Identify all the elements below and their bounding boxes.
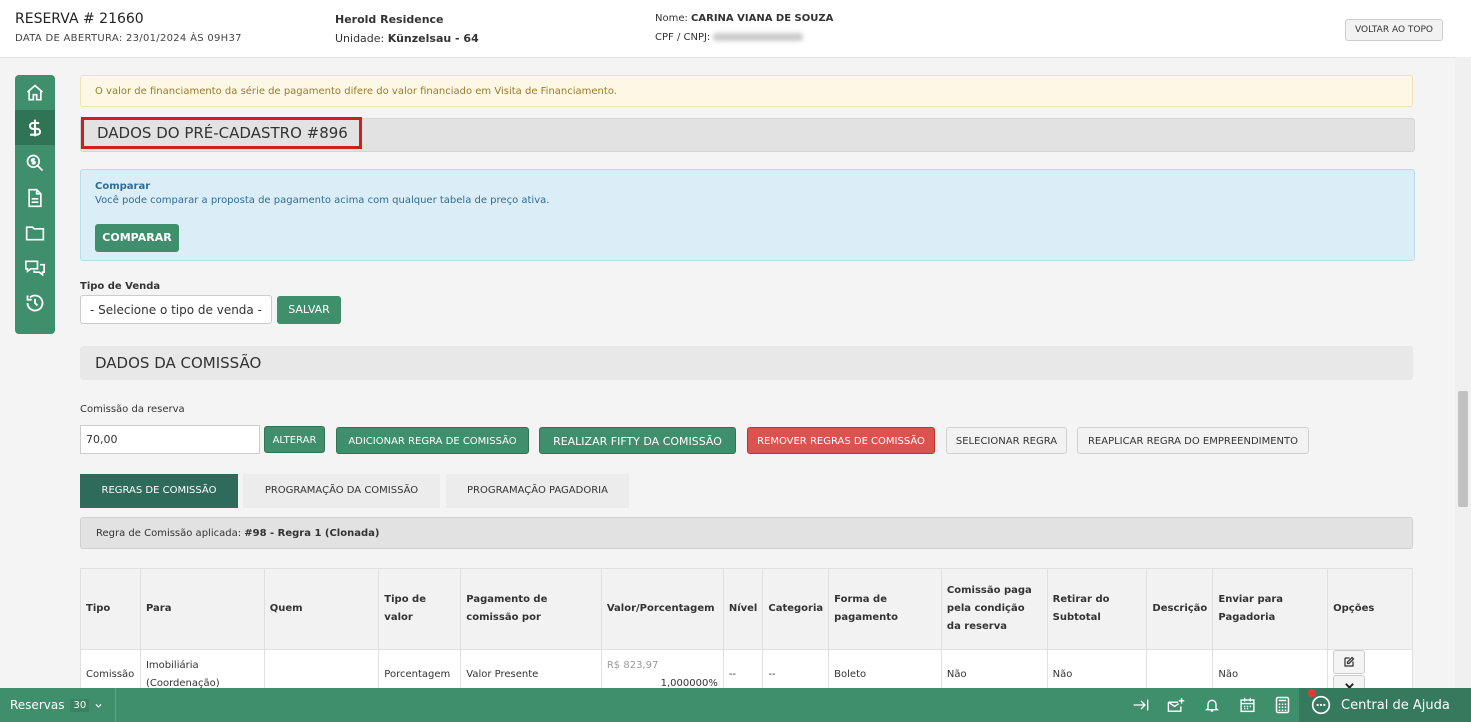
- adicionar-regra-button[interactable]: ADICIONAR REGRA DE COMISSÃO: [336, 427, 529, 454]
- col-valor: Valor/Porcentagem: [600, 568, 724, 650]
- envelope-plus-icon: [1167, 698, 1185, 712]
- precadastro-title: DADOS DO PRÉ-CADASTRO #896: [81, 117, 362, 149]
- financiamento-warning: O valor de financiamento da série de pag…: [80, 75, 1413, 107]
- tipo-venda-label: Tipo de Venda: [80, 281, 161, 292]
- empreendimento-name: Herold Residence: [335, 13, 444, 26]
- col-descricao: Descrição: [1146, 568, 1214, 650]
- col-categoria: Categoria: [762, 568, 830, 650]
- cell-valor-reais: R$ 823,97: [606, 659, 659, 671]
- comissao-reserva-input[interactable]: 70,00: [80, 425, 260, 454]
- calendar-icon: [1239, 697, 1255, 713]
- arrow-to-right-icon: [1133, 699, 1149, 711]
- data-abertura: DATA DE ABERTURA: 23/01/2024 ÀS 09H37: [15, 33, 242, 44]
- bell-icon: [1205, 699, 1219, 712]
- bottom-bar: Reservas 30 Central de Ajuda: [0, 688, 1471, 722]
- regras-table: Tipo Para Quem Tipo de valor Pagamento d…: [80, 568, 1413, 701]
- sidebar-item-financeiro[interactable]: [15, 110, 55, 145]
- col-opcoes: Opções: [1327, 568, 1413, 650]
- sidebar-item-consulta[interactable]: [15, 145, 55, 180]
- edit-icon: [1344, 656, 1355, 667]
- calendar-button[interactable]: [1238, 696, 1256, 714]
- search-dollar-icon: [26, 154, 44, 171]
- regra-aplicada-value: #98 - Regra 1 (Clonada): [244, 528, 380, 539]
- remover-regras-button[interactable]: REMOVER REGRAS DE COMISSÃO: [747, 427, 935, 454]
- selecionar-regra-button[interactable]: SELECIONAR REGRA: [946, 427, 1067, 454]
- col-pagamento: Pagamento de comissão por: [460, 568, 602, 650]
- alterar-button[interactable]: ALTERAR: [264, 426, 325, 453]
- precadastro-header: DADOS DO PRÉ-CADASTRO #896: [80, 117, 1415, 152]
- calculator-icon: [1275, 696, 1289, 714]
- salvar-button[interactable]: SALVAR: [277, 296, 341, 324]
- tab-regras-comissao[interactable]: REGRAS DE COMISSÃO: [80, 474, 238, 508]
- cpf-label: CPF / CNPJ:: [655, 32, 714, 43]
- col-tipo: Tipo: [80, 568, 141, 650]
- notifications-button[interactable]: [1203, 696, 1221, 714]
- col-forma: Forma de pagamento: [828, 568, 942, 650]
- unidade: Unidade: Künzelsau - 64: [335, 32, 479, 45]
- reservas-menu[interactable]: Reservas 30: [10, 688, 103, 722]
- comissao-section-title: DADOS DA COMISSÃO: [80, 346, 1413, 380]
- tipo-venda-select[interactable]: - Selecione o tipo de venda -: [80, 295, 272, 324]
- col-para: Para: [139, 568, 265, 650]
- comments-icon: [24, 260, 45, 276]
- dollar-icon: [29, 119, 41, 136]
- central-ajuda-button[interactable]: Central de Ajuda: [1299, 688, 1471, 722]
- reaplicar-regra-button[interactable]: REAPLICAR REGRA DO EMPREENDIMENTO: [1077, 427, 1309, 454]
- chevron-down-icon: [95, 703, 102, 708]
- tab-programacao-comissao[interactable]: PROGRAMAÇÃO DA COMISSÃO: [243, 474, 440, 508]
- collapse-button[interactable]: [1132, 696, 1150, 714]
- central-ajuda-label: Central de Ajuda: [1341, 697, 1450, 713]
- voltar-topo-button[interactable]: VOLTAR AO TOPO: [1345, 19, 1443, 41]
- chat-bubble-icon: [1311, 695, 1331, 715]
- calculator-button[interactable]: [1273, 696, 1291, 714]
- unidade-value: Künzelsau - 64: [387, 32, 479, 45]
- col-nivel: Nível: [722, 568, 764, 650]
- nome-value: CARINA VIANA DE SOUZA: [691, 13, 834, 24]
- tab-programacao-pagadoria[interactable]: PROGRAMAÇÃO PAGADORIA: [446, 474, 629, 508]
- unidade-label: Unidade:: [335, 32, 388, 45]
- sidebar-item-historico[interactable]: [15, 285, 55, 320]
- realizar-fifty-button[interactable]: REALIZAR FIFTY DA COMISSÃO: [539, 427, 736, 454]
- reservas-count: 30: [70, 698, 90, 712]
- col-paga-condicao: Comissão paga pela condição da reserva: [940, 568, 1048, 650]
- cliente-nome: Nome: CARINA VIANA DE SOUZA: [655, 13, 833, 24]
- col-tipo-valor: Tipo de valor: [378, 568, 462, 650]
- page-scrollbar[interactable]: [1455, 57, 1471, 688]
- bottom-divider: [115, 688, 116, 722]
- sidebar-item-documentos[interactable]: [15, 180, 55, 215]
- comissao-reserva-label: Comissão da reserva: [80, 404, 185, 415]
- table-header-row: Tipo Para Quem Tipo de valor Pagamento d…: [80, 568, 1413, 650]
- notification-dot: [1308, 689, 1316, 697]
- reserva-title: RESERVA # 21660: [15, 11, 144, 27]
- regra-aplicada-label: Regra de Comissão aplicada:: [96, 528, 245, 539]
- cpf-blurred: [713, 33, 804, 41]
- comparar-title: Comparar: [95, 181, 151, 192]
- col-quem: Quem: [263, 568, 380, 650]
- top-bar: RESERVA # 21660 DATA DE ABERTURA: 23/01/…: [0, 0, 1471, 58]
- sidebar-item-mensagens[interactable]: [15, 250, 55, 285]
- regra-aplicada-bar: Regra de Comissão aplicada: #98 - Regra …: [80, 517, 1413, 549]
- reservas-label: Reservas: [10, 698, 65, 712]
- envelope-button[interactable]: [1167, 696, 1185, 714]
- sidebar: [15, 75, 55, 334]
- edit-button[interactable]: [1333, 650, 1366, 674]
- scrollbar-thumb[interactable]: [1458, 391, 1468, 507]
- nome-label: Nome:: [655, 13, 692, 24]
- document-icon: [28, 188, 42, 207]
- cliente-cpf: CPF / CNPJ:: [655, 32, 804, 43]
- sidebar-item-arquivos[interactable]: [15, 215, 55, 250]
- comparar-box: Comparar Você pode comparar a proposta d…: [80, 169, 1415, 261]
- col-retirar: Retirar do Subtotal: [1046, 568, 1148, 650]
- col-enviar: Enviar para Pagadoria: [1212, 568, 1329, 650]
- home-icon: [26, 83, 44, 100]
- sidebar-item-home[interactable]: [15, 75, 55, 110]
- comparar-text: Você pode comparar a proposta de pagamen…: [95, 195, 550, 206]
- comparar-button[interactable]: COMPARAR: [95, 224, 179, 252]
- folder-icon: [25, 225, 45, 240]
- history-icon: [26, 294, 44, 311]
